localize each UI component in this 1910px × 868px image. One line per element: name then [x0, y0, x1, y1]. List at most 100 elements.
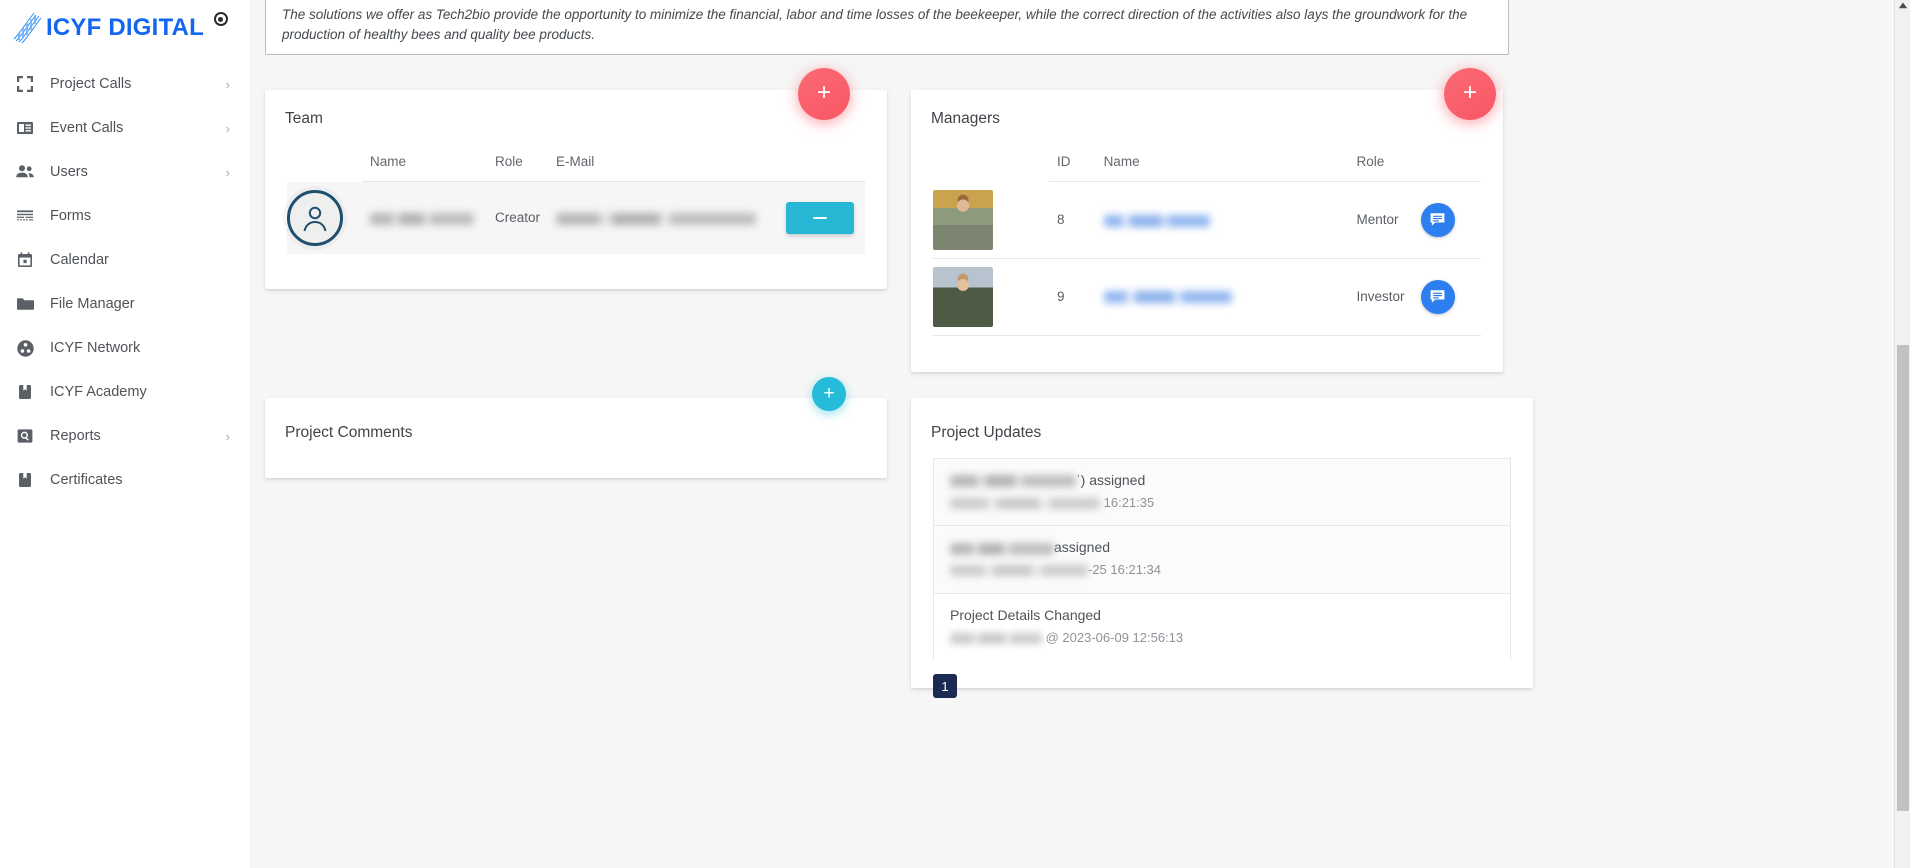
brand-name: ICYF DIGITAL	[46, 14, 204, 41]
project-updates-card: Project Updates ˈ) assigned 16:21:35 ass…	[911, 398, 1533, 699]
update-meta-redacted	[950, 565, 1088, 577]
sidebar-item-label: Reports	[50, 428, 101, 444]
team-col-email: E-Mail	[548, 142, 779, 182]
sidebar-item-certificates[interactable]: Certificates	[0, 458, 250, 502]
remove-team-member-button[interactable]	[786, 201, 855, 234]
team-avatar-cell	[287, 182, 362, 254]
table-row[interactable]: 8 Mentor	[933, 181, 1481, 259]
project-description-text: The solutions we offer as Tech2bio provi…	[282, 7, 1468, 42]
managers-card: Managers ID Name Role 8 Mentor 9 Investo…	[911, 90, 1503, 372]
scroll-up-arrow-icon[interactable]	[1898, 2, 1908, 9]
sidebar-item-users[interactable]: Users ›	[0, 150, 250, 194]
sidebar-item-label: ICYF Academy	[50, 384, 147, 400]
manager-name-cell[interactable]	[1095, 258, 1349, 336]
manager-name-link-redacted[interactable]	[1103, 291, 1232, 304]
team-email-cell	[548, 182, 778, 254]
expand-icon	[12, 71, 38, 97]
sidebar-item-label: Certificates	[50, 472, 123, 488]
team-action-cell	[778, 182, 865, 254]
plus-icon: +	[816, 79, 831, 106]
plus-icon: +	[1462, 79, 1477, 106]
message-manager-button[interactable]	[1420, 279, 1455, 314]
project-comments-title: Project Comments	[285, 424, 413, 441]
update-actor-redacted	[950, 542, 1054, 555]
managers-col-action	[1412, 142, 1481, 182]
message-manager-button[interactable]	[1420, 202, 1455, 237]
network-icon	[12, 335, 38, 361]
search-box-icon	[12, 423, 38, 449]
team-table: Name Role E-Mail Creator	[287, 142, 865, 254]
people-icon	[12, 159, 38, 185]
book-icon	[12, 379, 38, 405]
update-title: ˈ) assigned	[950, 471, 1494, 490]
project-comments-card: Project Comments	[265, 398, 887, 478]
add-project-comment-button[interactable]: +	[812, 377, 846, 411]
book-icon	[12, 467, 38, 493]
update-meta-redacted	[950, 632, 1042, 644]
calendar-icon	[12, 247, 38, 273]
team-title: Team	[285, 110, 323, 127]
add-team-member-button[interactable]: +	[798, 68, 850, 120]
sidebar-item-event-calls[interactable]: Event Calls ›	[0, 106, 250, 150]
add-manager-button[interactable]: +	[1444, 68, 1496, 120]
sidebar-item-project-calls[interactable]: Project Calls ›	[0, 62, 250, 106]
sidebar-item-label: Forms	[50, 208, 92, 224]
update-meta: @ 2023-06-09 12:56:13	[950, 629, 1494, 647]
update-meta: 16:21:35	[950, 494, 1494, 512]
table-row[interactable]: Creator	[287, 181, 865, 254]
pagination: 1	[933, 674, 1511, 699]
list-item[interactable]: ˈ) assigned 16:21:35	[933, 458, 1511, 526]
managers-col-role: Role	[1348, 142, 1413, 182]
scrollbar-thumb[interactable]	[1897, 345, 1909, 811]
manager-photo-cell	[933, 258, 1049, 336]
page-scrollbar[interactable]	[1894, 0, 1910, 868]
sidebar-item-label: Project Calls	[50, 76, 132, 92]
folder-icon	[12, 291, 38, 317]
table-header-row: ID Name Role	[933, 142, 1481, 182]
chevron-right-icon: ›	[225, 428, 230, 444]
main-content: The solutions we offer as Tech2bio provi…	[251, 0, 1891, 868]
sidebar-item-icyf-network[interactable]: ICYF Network	[0, 326, 250, 370]
sidebar-item-label: ICYF Network	[50, 340, 141, 356]
manager-photo-cell	[933, 181, 1049, 259]
sidebar-item-label: Event Calls	[50, 120, 124, 136]
sidebar: ICYF DIGITAL Project Calls › Event Calls…	[0, 0, 251, 868]
manager-id-cell: 9	[1049, 258, 1096, 336]
team-card: Team Name Role E-Mail Creator	[265, 90, 887, 289]
team-member-email-redacted	[556, 212, 757, 225]
sidebar-item-reports[interactable]: Reports ›	[0, 414, 250, 458]
brand-logo[interactable]: ICYF DIGITAL	[0, 0, 250, 56]
managers-title: Managers	[931, 110, 1000, 127]
manager-action-cell	[1412, 258, 1481, 336]
manager-action-cell	[1412, 181, 1481, 259]
team-col-avatar	[287, 142, 362, 182]
sidebar-item-calendar[interactable]: Calendar	[0, 238, 250, 282]
update-title: assigned	[950, 538, 1494, 557]
sidebar-item-icyf-academy[interactable]: ICYF Academy	[0, 370, 250, 414]
table-row[interactable]: 9 Investor	[933, 258, 1481, 336]
chevron-right-icon: ›	[225, 120, 230, 136]
sidebar-item-file-manager[interactable]: File Manager	[0, 282, 250, 326]
list-item[interactable]: assigned -25 16:21:34	[933, 525, 1511, 593]
project-description-box[interactable]: The solutions we offer as Tech2bio provi…	[265, 0, 1509, 56]
team-col-action	[778, 142, 865, 182]
sidebar-item-forms[interactable]: Forms	[0, 194, 250, 238]
sidebar-item-label: Calendar	[50, 252, 109, 268]
manager-role-cell: Investor	[1348, 258, 1413, 336]
minus-icon	[813, 216, 828, 219]
managers-table: ID Name Role 8 Mentor 9 Investor	[933, 142, 1481, 336]
manager-name-cell[interactable]	[1095, 181, 1349, 259]
list-item[interactable]: Project Details Changed @ 2023-06-09 12:…	[933, 592, 1511, 661]
update-meta: -25 16:21:34	[950, 561, 1494, 579]
form-icon	[12, 203, 38, 229]
plus-icon: +	[823, 382, 835, 404]
team-name-cell	[362, 182, 487, 254]
pagination-page-1[interactable]: 1	[933, 674, 957, 699]
chat-icon	[1430, 213, 1445, 226]
update-title: Project Details Changed	[950, 606, 1101, 623]
project-updates-list: ˈ) assigned 16:21:35 assigned -25 16:21:…	[911, 442, 1533, 699]
sidebar-item-label: Users	[50, 164, 88, 180]
manager-name-link-redacted[interactable]	[1103, 214, 1210, 227]
team-col-role: Role	[487, 142, 549, 182]
update-actor-redacted	[950, 475, 1076, 488]
